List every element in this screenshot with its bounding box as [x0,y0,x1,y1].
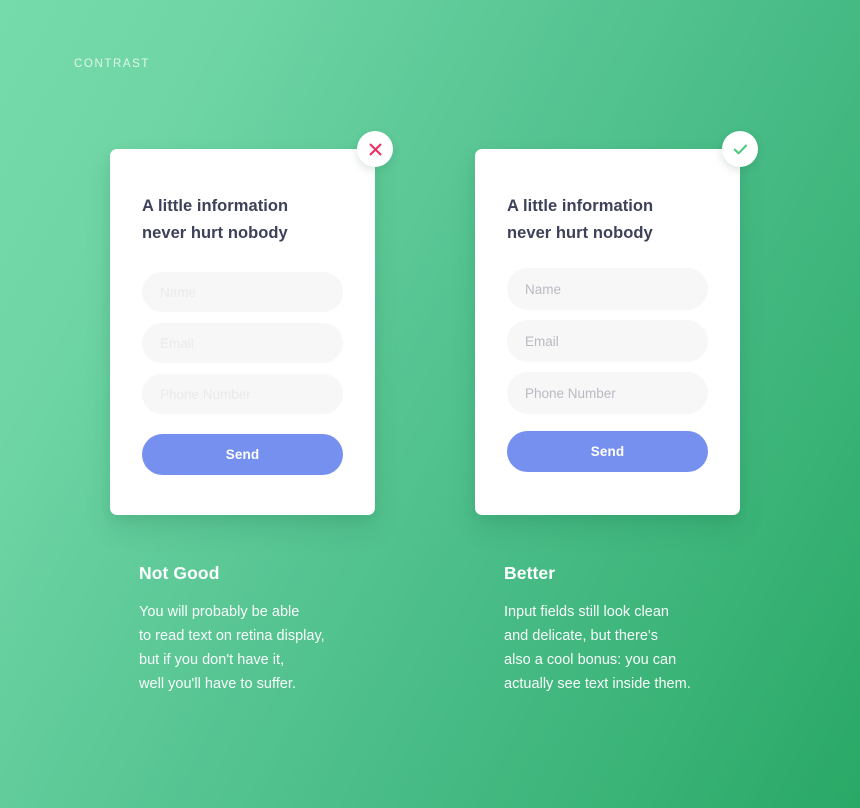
name-input[interactable] [142,272,343,313]
caption-title: Better [504,563,556,583]
section-eyebrow-label: CONTRAST [74,58,151,70]
comparison-column-bad: A little information never hurt nobody S… [110,131,393,697]
email-input[interactable] [142,323,343,364]
card-title: A little information never hurt nobody [507,197,654,242]
caption-title: Not Good [139,563,220,583]
close-icon [369,143,382,156]
email-input[interactable] [507,320,708,363]
send-button[interactable]: Send [142,434,343,476]
phone-input[interactable] [507,372,708,415]
caption-body: You will probably be able to read text o… [139,604,325,692]
send-button[interactable]: Send [507,431,708,473]
caption-good: Better Input fields still look clean and… [475,563,740,697]
signup-card-good: A little information never hurt nobody S… [475,131,758,515]
check-icon [733,143,748,156]
comparison-column-good: A little information never hurt nobody S… [475,131,758,697]
name-input[interactable] [507,268,708,311]
phone-input[interactable] [142,374,343,415]
caption-body: Input fields still look clean and delica… [504,604,691,692]
caption-bad: Not Good You will probably be able to re… [110,563,375,697]
status-badge-error [357,131,393,167]
status-badge-success [722,131,758,167]
signup-card-bad: A little information never hurt nobody S… [110,131,393,515]
card-title: A little information never hurt nobody [142,197,289,242]
